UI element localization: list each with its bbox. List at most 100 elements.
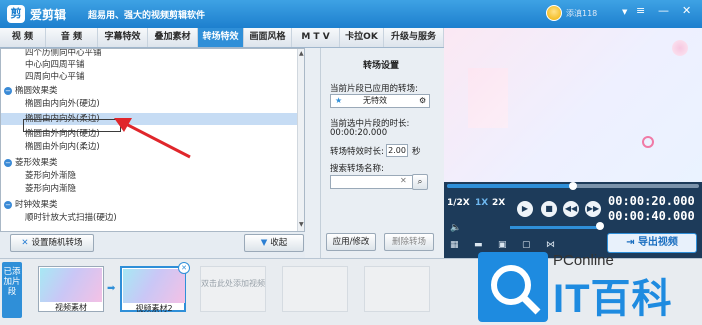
decoration-ring [642, 136, 654, 148]
clip-caption: 视频素材2 [135, 304, 173, 313]
delete-transition-button[interactable]: 删除转场 [384, 233, 434, 251]
next-frame-icon[interactable]: ▶▶ [585, 201, 601, 217]
empty-clip-slot[interactable] [282, 266, 348, 312]
export-label: 导出视频 [637, 237, 678, 248]
watermark-logo [478, 252, 548, 322]
total-time: 00:00:40.000 [608, 209, 695, 223]
watermark-title: IT百科 [553, 277, 673, 321]
speed-half-button[interactable]: 1/2X [447, 198, 470, 208]
app-logo-icon: 剪 [7, 5, 25, 23]
speed-normal-button[interactable]: 1X [475, 198, 488, 208]
minimize-icon[interactable]: — [658, 4, 669, 17]
stop-icon[interactable]: ■ [541, 201, 557, 217]
clip-thumbnail [123, 269, 185, 303]
list-item-label: 菱形向外渐隐 [25, 171, 77, 181]
added-clips-tab[interactable]: 已添加片段 [2, 262, 22, 318]
effect-duration-unit: 秒 [412, 147, 421, 157]
snapshot-icon[interactable]: ▦ [450, 240, 459, 250]
prev-frame-icon[interactable]: ◀◀ [563, 201, 579, 217]
transition-arrow-icon: ➡ [107, 283, 116, 294]
list-item-label: 四个历侧向中心平铺 [25, 48, 102, 58]
shuffle-icon: ✕ [21, 238, 29, 248]
list-group-clock[interactable]: − 时钟效果类 [1, 199, 297, 211]
list-item-label: 椭圆由内向外(硬边) [25, 99, 100, 109]
annotation-arrow-icon [114, 118, 191, 159]
user-avatar[interactable] [546, 5, 562, 21]
clip-caption: 视频素材 [55, 303, 87, 312]
volume-handle[interactable] [596, 222, 604, 230]
collapse-button[interactable]: ▼ 收起 [244, 234, 304, 252]
button-label: 设置随机转场 [31, 238, 83, 248]
random-transition-button[interactable]: ✕ 设置随机转场 [10, 234, 94, 252]
decoration-bubble [672, 40, 688, 56]
list-scrollbar[interactable]: ▲ ▼ [297, 49, 304, 231]
user-menu-chevron-icon[interactable]: ▼ [622, 8, 627, 16]
applied-transition-value: 无特效 [363, 96, 387, 105]
decoration-shape [468, 68, 508, 128]
tab-video[interactable]: 视 频 [0, 28, 46, 47]
tab-picture-style[interactable]: 画面风格 [244, 28, 292, 47]
list-item[interactable]: 菱形向外渐隐 [1, 170, 297, 182]
share-icon[interactable]: ⋈ [546, 240, 555, 250]
speed-double-button[interactable]: 2X [492, 198, 505, 208]
search-label: 搜索转场名称: [330, 164, 384, 174]
collapse-group-icon[interactable]: − [4, 159, 12, 167]
list-group-label: 菱形效果类 [15, 158, 58, 168]
clear-icon[interactable]: ✕ [400, 176, 407, 185]
list-item[interactable]: 顺时针放大式扫描(硬边) [1, 212, 297, 224]
apply-modify-button[interactable]: 应用/修改 [326, 233, 376, 251]
list-item[interactable]: 菱形向内渐隐 [1, 183, 297, 195]
title-bar: 剪 爱剪辑 超易用、强大的视频剪辑软件 添滇118 ▼ ≡ — ✕ [0, 0, 702, 28]
clip-duration-value: 00:00:20.000 [330, 128, 388, 138]
tab-upgrade-service[interactable]: 升级与服务 [384, 28, 444, 47]
scroll-up-icon[interactable]: ▲ [299, 50, 304, 57]
tab-karaoke[interactable]: 卡拉OK [340, 28, 384, 47]
export-video-button[interactable]: ⇥ 导出视频 [607, 233, 697, 253]
empty-clip-slot[interactable]: 双击此处添加视频 [200, 266, 266, 312]
timeline-clip-selected[interactable]: 视频素材2 ✕ [120, 262, 190, 313]
save-icon[interactable]: ▣ [498, 240, 507, 250]
play-icon[interactable]: ▶ [517, 201, 533, 217]
empty-slot-hint: 双击此处添加视频 [201, 279, 265, 288]
seek-bar-fill [447, 184, 573, 188]
remove-clip-icon[interactable]: ✕ [178, 262, 190, 274]
list-group-label: 椭圆效果类 [15, 86, 58, 96]
tab-audio[interactable]: 音 频 [46, 28, 98, 47]
username[interactable]: 添滇118 [566, 8, 597, 19]
seek-handle[interactable] [569, 182, 577, 190]
settings-gear-icon[interactable]: ⚙ [419, 95, 426, 107]
empty-clip-slot[interactable] [364, 266, 430, 312]
close-icon[interactable]: ✕ [682, 4, 691, 17]
scroll-down-icon[interactable]: ▼ [299, 221, 304, 228]
list-item[interactable]: 四个历侧向中心平铺 [1, 48, 297, 59]
list-item-label: 椭圆由外向内(柔边) [25, 142, 100, 152]
export-icon: ⇥ [626, 237, 638, 248]
menu-icon[interactable]: ≡ [636, 4, 645, 17]
collapse-group-icon[interactable]: − [4, 87, 12, 95]
video-preview [444, 28, 702, 182]
effect-duration-input[interactable]: 2.00 [386, 144, 408, 157]
list-item[interactable]: 椭圆由内向外(硬边) [1, 98, 297, 110]
folder-icon[interactable]: ▬ [474, 240, 483, 250]
collapse-group-icon[interactable]: − [4, 201, 12, 209]
volume-icon[interactable]: 🔈 [450, 223, 461, 233]
volume-slider[interactable] [510, 226, 600, 229]
edit-icon[interactable]: ▢ [522, 240, 531, 250]
list-bottom-bar: ✕ 设置随机转场 ▼ 收起 [0, 232, 305, 258]
tab-subtitle-effects[interactable]: 字幕特效 [98, 28, 148, 47]
tab-overlay[interactable]: 叠加素材 [148, 28, 198, 47]
clip-thumbnail [40, 268, 102, 302]
applied-transition-field[interactable]: ★ 无特效 ⚙ [330, 94, 430, 108]
tab-transition-effects[interactable]: 转场特效 [198, 28, 244, 47]
transition-settings-panel: 转场设置 当前片段已应用的转场: ★ 无特效 ⚙ 当前选中片段的时长: 00:0… [322, 58, 442, 258]
tab-mtv[interactable]: M T V [292, 28, 340, 47]
settings-title: 转场设置 [362, 61, 399, 71]
list-item[interactable]: 四周向中心平铺 [1, 71, 297, 83]
list-item[interactable]: 中心向四周平铺 [1, 59, 297, 71]
timeline-clip[interactable]: 视频素材 [38, 266, 104, 312]
current-time: 00:00:20.000 [608, 194, 695, 208]
list-item-label: 中心向四周平铺 [25, 60, 85, 70]
collapse-icon: ▼ [260, 238, 268, 248]
search-button[interactable]: ⌕ [412, 174, 428, 190]
list-group-ellipse[interactable]: − 椭圆效果类 [1, 85, 297, 97]
